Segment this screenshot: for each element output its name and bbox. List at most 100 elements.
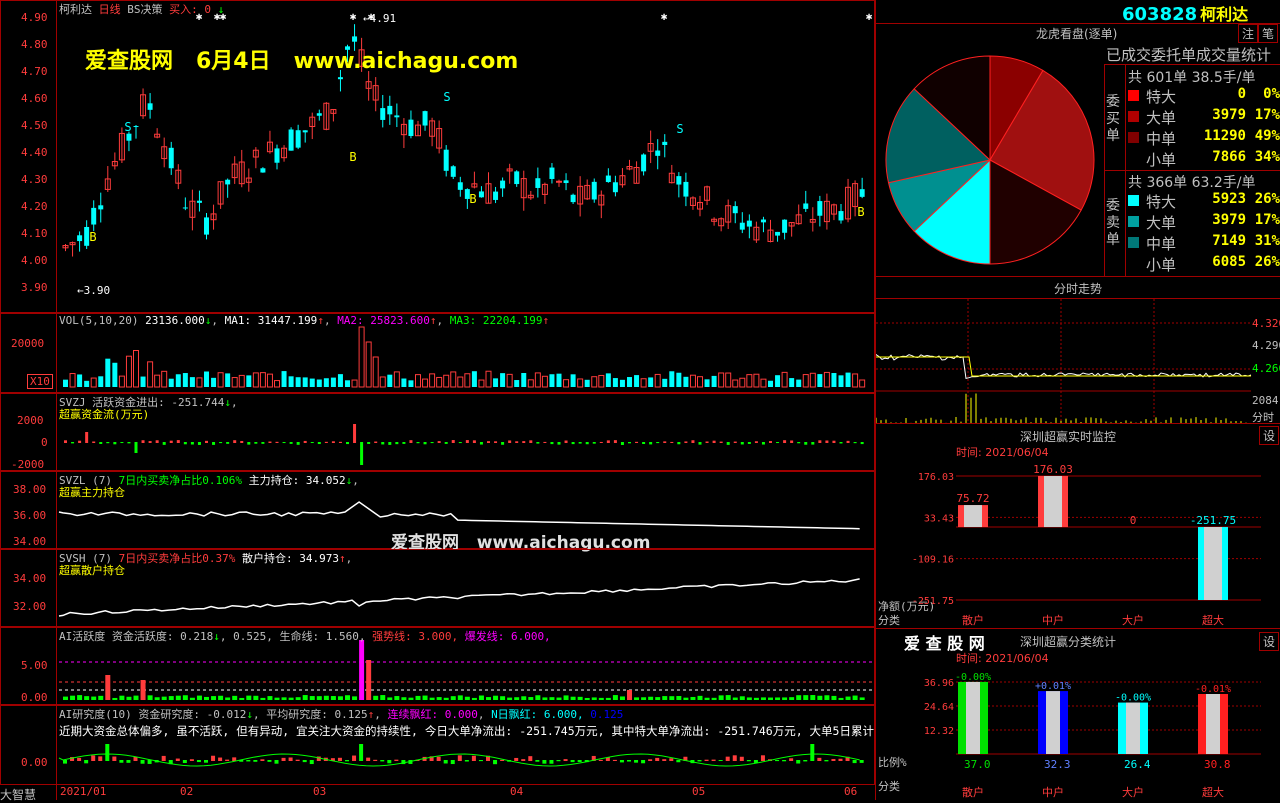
zhu-button[interactable]: 注 — [1238, 24, 1258, 43]
ai-bar — [711, 697, 717, 700]
ai-bar — [175, 695, 181, 700]
volume-bar — [493, 378, 499, 387]
svzl-panel[interactable]: SVZL (7) 7日内买卖净占比0.106% 主力持仓: 34.052↓, 超… — [0, 471, 875, 553]
monitor-value-label: 0 — [1130, 514, 1137, 527]
candle-body — [316, 113, 322, 116]
svsh-panel[interactable]: SVSH (7) 7日内买卖净占比0.37% 散户持仓: 34.973↑, 超赢… — [0, 549, 875, 627]
svzj-bar — [677, 442, 681, 445]
ai-bar — [126, 696, 132, 700]
research-bar — [380, 760, 385, 762]
svzj-bar — [628, 442, 631, 444]
svzj-bar — [303, 440, 307, 443]
volume-bar — [345, 380, 350, 387]
volume-bars — [63, 326, 866, 388]
bi-button[interactable]: 笔 — [1258, 24, 1278, 43]
svzj-panel[interactable]: SVZJ 活跃资金进出: -251.744↓, 超赢资金流(万元) 2000 0… — [0, 393, 875, 471]
main-chart-panel[interactable]: B S B S B S B ✱ ✱ ✱ ✱ ✱ ✱ ✱ 柯利达 日线 BS决策 买入: 0 ↓ ←4.91… — [0, 0, 875, 313]
ai-bar — [859, 697, 865, 700]
candle-body — [732, 206, 738, 214]
volume-bar — [471, 371, 477, 387]
monitor-category: 散户 — [962, 613, 984, 627]
ai-bar — [443, 697, 449, 700]
candle-body — [443, 149, 449, 171]
volume-bar — [478, 379, 485, 388]
svzj-bar — [205, 440, 208, 443]
high-mark: ←4.91 — [363, 12, 397, 25]
svzj-bar — [346, 442, 349, 445]
monitor-settings-button[interactable]: 设 — [1259, 426, 1279, 445]
row-name: 中单 — [1146, 130, 1177, 148]
research-bar — [211, 755, 216, 761]
period-label[interactable]: 日线 — [99, 3, 121, 16]
candle-body — [570, 194, 576, 203]
volume-bar — [225, 373, 231, 387]
volume-panel[interactable]: VOL(5,10,20) 23136.000↓, MA1: 31447.199↑… — [0, 313, 875, 393]
volume-bar — [549, 374, 555, 387]
class-settings-button[interactable]: 设 — [1259, 632, 1279, 651]
volume-bar — [323, 378, 329, 387]
research-bar — [732, 755, 737, 761]
ai-bar — [274, 697, 280, 700]
ai-bar — [302, 695, 308, 700]
svzj-bar — [578, 442, 582, 444]
candle-body — [126, 133, 132, 141]
vol-ytick: 20000 — [11, 337, 45, 350]
svzj-bar — [656, 442, 660, 444]
svzl-line — [58, 501, 860, 530]
candle-body — [535, 178, 541, 188]
research-bar — [598, 759, 603, 761]
ai-bar — [528, 697, 534, 700]
volume-bar — [704, 379, 710, 387]
svzj-bar — [212, 442, 216, 445]
ai-bar — [232, 695, 238, 700]
svzj-bar — [684, 441, 688, 443]
research-bar — [126, 760, 131, 763]
research-bar — [619, 760, 624, 763]
svzj-bar — [712, 440, 716, 443]
svzj-bar — [92, 441, 96, 443]
svzj-bar — [691, 440, 695, 443]
monitor-value-label: 176.03 — [1033, 463, 1073, 476]
svzj-bar — [310, 442, 314, 444]
class-ylabel: 比例% — [878, 755, 907, 769]
volume-bar — [90, 377, 97, 388]
volume-bar — [393, 371, 400, 388]
signal-s: S — [676, 122, 683, 136]
svzj-bar — [289, 442, 293, 444]
price-tick: 4.20 — [21, 200, 48, 213]
volume-bar — [683, 376, 689, 387]
volume-bar — [634, 375, 640, 387]
ai-bar — [91, 696, 97, 700]
row-name: 中单 — [1146, 235, 1177, 253]
ai-bar — [189, 697, 195, 700]
class-value-label: 32.3 — [1044, 758, 1071, 771]
svzj-bar — [148, 441, 152, 443]
volume-bar — [154, 374, 161, 388]
svzj-bar — [388, 442, 392, 445]
row-count: 11290 — [1203, 128, 1246, 144]
price-tick: 4.40 — [21, 146, 48, 159]
vol-unit: X10 — [27, 374, 53, 389]
ai-panel[interactable]: AI活跃度 资金活跃度: 0.218↓, 0.525, 生命线: 1.560, … — [0, 627, 876, 705]
volume-bar — [259, 372, 266, 388]
minute-chart[interactable] — [876, 299, 1280, 423]
svzj-bar — [811, 442, 815, 445]
x-axis: 2021/01 02 03 04 05 06 — [58, 784, 875, 801]
ai-bar — [133, 695, 139, 700]
research-bar — [704, 759, 709, 761]
volume-bar — [591, 376, 598, 388]
candle-body — [225, 179, 231, 185]
candle-body — [676, 176, 682, 185]
candle-body — [838, 211, 844, 221]
svzj-bar — [64, 440, 67, 443]
svzj-bar — [479, 442, 483, 445]
indicator-label[interactable]: BS决策 — [127, 3, 162, 16]
svzj-bar — [761, 442, 765, 445]
research-bar — [457, 755, 462, 761]
ai-bar — [225, 697, 231, 700]
research-bar — [634, 760, 639, 763]
ai-bar — [746, 697, 752, 700]
class-change-label: -0.01% — [1195, 684, 1231, 695]
class-value-label: 30.8 — [1204, 758, 1231, 771]
research-panel[interactable]: AI研究度(10) 资金研究度: -0.012↓, 平均研究度: 0.125↑,… — [0, 705, 875, 785]
